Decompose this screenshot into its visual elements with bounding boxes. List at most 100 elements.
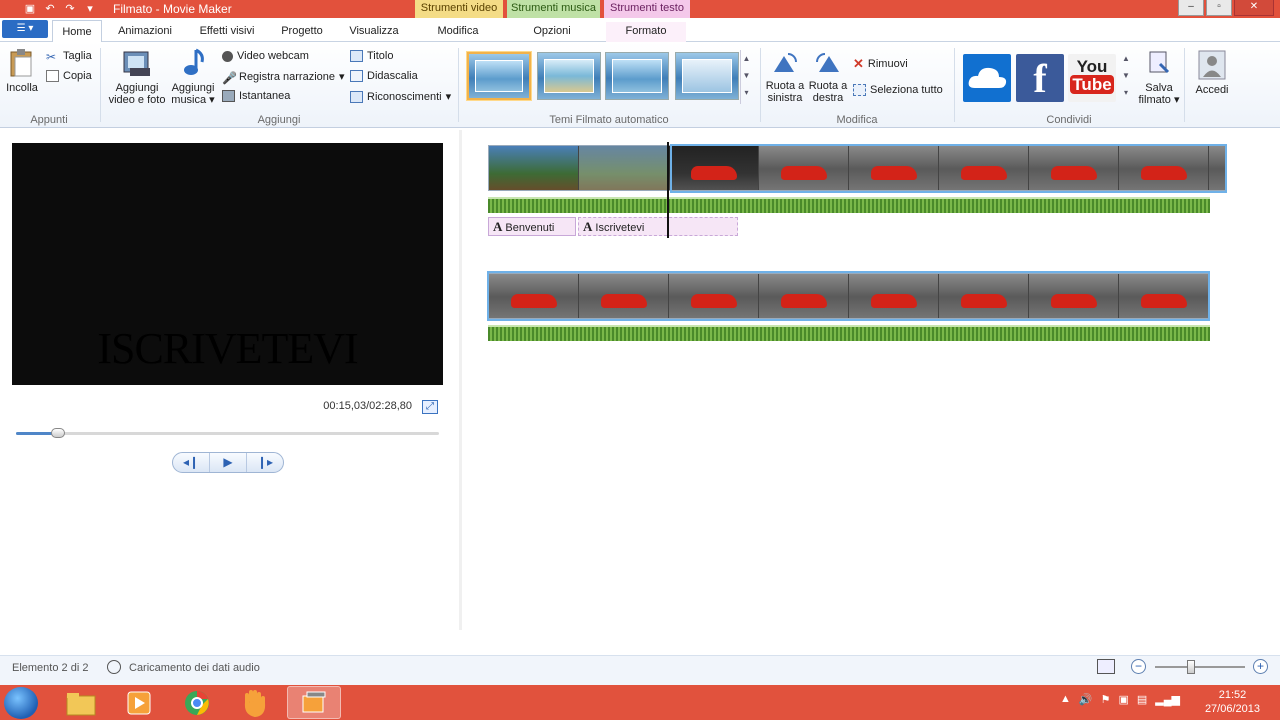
- zoom-in-button[interactable]: +: [1253, 659, 1268, 674]
- item-count: Elemento 2 di 2: [12, 662, 89, 674]
- record-narration-button[interactable]: 🎤 Registra narrazione ▾: [222, 70, 345, 85]
- copy-button[interactable]: Copia: [46, 70, 92, 82]
- separator: [100, 48, 101, 122]
- film-photo-icon: [123, 51, 150, 76]
- group-label-aggiungi: Aggiungi: [257, 114, 301, 126]
- add-video-photo-button[interactable]: Aggiungi video e foto: [106, 48, 168, 106]
- theme-thumbnail-1[interactable]: [467, 52, 531, 100]
- credits-button[interactable]: Riconoscimenti ▾: [350, 90, 451, 103]
- zoom-slider-thumb[interactable]: [1187, 660, 1195, 674]
- redo-icon[interactable]: ↷: [62, 2, 78, 16]
- show-hidden-icons-icon[interactable]: ▲: [1060, 693, 1071, 706]
- ribbon: Incolla ✂ Taglia Copia Appunti Aggiungi …: [0, 42, 1280, 128]
- seek-bar-thumb[interactable]: [51, 428, 66, 438]
- audio-track-2[interactable]: [488, 325, 1210, 341]
- share-gallery-scroll[interactable]: ▲ ▼ ▾: [1120, 50, 1132, 104]
- credits-icon: [350, 90, 363, 103]
- selected-clip-outline: [487, 271, 1210, 321]
- theme-thumbnail-2[interactable]: [537, 52, 601, 100]
- webcam-video-label: Video webcam: [237, 50, 309, 62]
- rotate-left-icon: [774, 53, 797, 72]
- add-video-photo-label-2: video e foto: [108, 94, 166, 106]
- remove-button[interactable]: ✕ Rimuovi: [853, 56, 908, 72]
- zoom-slider[interactable]: [1155, 660, 1245, 674]
- system-clock[interactable]: 21:52 27/06/2013: [1205, 688, 1260, 716]
- playback-controls: ◂❙ ▶ ❙▸: [172, 452, 284, 473]
- media-player-icon: [127, 691, 151, 714]
- customize-chevron-icon[interactable]: ▾: [82, 2, 98, 16]
- taskbar-app-hand[interactable]: [228, 686, 282, 719]
- separator: [954, 48, 955, 122]
- caption-button[interactable]: Didascalia: [350, 70, 418, 82]
- tab-opzioni[interactable]: Opzioni: [524, 22, 580, 42]
- storyboard-view-icon[interactable]: [1097, 659, 1115, 674]
- minimize-button[interactable]: –: [1178, 0, 1204, 16]
- save-icon[interactable]: ▣: [22, 2, 38, 16]
- taskbar-chrome[interactable]: [170, 686, 224, 719]
- caption-block-iscrivetevi[interactable]: A Iscrivetevi: [578, 217, 738, 236]
- taskbar-media-player[interactable]: [112, 686, 166, 719]
- undo-icon[interactable]: ↶: [42, 2, 58, 16]
- cut-button[interactable]: ✂ Taglia: [46, 50, 92, 64]
- power-icon[interactable]: ▤: [1137, 693, 1147, 706]
- caption-block-benvenuti[interactable]: A Benvenuti: [488, 217, 576, 236]
- tab-progetto[interactable]: Progetto: [272, 22, 332, 42]
- theme-thumbnail-4[interactable]: [675, 52, 739, 100]
- facebook-button[interactable]: f: [1016, 54, 1064, 102]
- paste-button[interactable]: Incolla: [4, 48, 40, 94]
- user-icon: [1198, 50, 1226, 80]
- tab-effetti-visivi[interactable]: Effetti visivi: [190, 22, 264, 42]
- title-button[interactable]: Titolo: [350, 50, 394, 62]
- start-button[interactable]: [4, 687, 38, 719]
- save-movie-button[interactable]: Salva filmato ▾: [1138, 50, 1180, 106]
- fullscreen-icon[interactable]: ⤢: [422, 400, 438, 414]
- taskbar-movie-maker[interactable]: [287, 686, 341, 719]
- maximize-button[interactable]: ▫: [1206, 0, 1232, 16]
- tab-modifica[interactable]: Modifica: [428, 22, 488, 42]
- select-all-icon: [853, 84, 866, 96]
- network-icon[interactable]: ▣: [1118, 693, 1128, 706]
- theme-thumbnail-3[interactable]: [605, 52, 669, 100]
- playhead[interactable]: [667, 142, 669, 238]
- volume-icon[interactable]: 🔊: [1079, 693, 1093, 706]
- rotate-right-label-1: Ruota a: [808, 80, 848, 92]
- audio-track-1[interactable]: [488, 197, 1210, 213]
- rotate-right-button[interactable]: Ruota a destra: [806, 50, 850, 104]
- youtube-button[interactable]: You Tube: [1068, 54, 1116, 102]
- signal-icon[interactable]: ▂▄▆: [1155, 693, 1180, 706]
- chrome-icon: [185, 690, 209, 715]
- rotate-right-label-2: destra: [812, 92, 844, 104]
- onedrive-button[interactable]: [963, 54, 1011, 102]
- caption-label: Didascalia: [367, 70, 418, 82]
- play-button[interactable]: ▶: [210, 453, 247, 472]
- next-frame-button[interactable]: ❙▸: [247, 453, 283, 472]
- pane-splitter[interactable]: [459, 130, 462, 630]
- flag-icon[interactable]: ⚑: [1101, 693, 1111, 706]
- taskbar-explorer[interactable]: [54, 686, 108, 719]
- add-music-button[interactable]: Aggiungi musica ▾: [170, 48, 216, 106]
- save-movie-icon: [1149, 51, 1170, 74]
- theme-gallery-scroll[interactable]: ▲ ▼ ▾: [740, 50, 752, 104]
- webcam-video-button[interactable]: Video webcam: [222, 50, 309, 62]
- remove-x-icon: ✕: [853, 56, 864, 71]
- select-all-button[interactable]: Seleziona tutto: [853, 84, 943, 96]
- tab-home[interactable]: Home: [52, 20, 102, 43]
- rotate-left-button[interactable]: Ruota a sinistra: [764, 50, 806, 104]
- zoom-out-button[interactable]: −: [1131, 659, 1146, 674]
- snapshot-label: Istantanea: [239, 90, 291, 102]
- snapshot-button[interactable]: Istantanea: [222, 90, 290, 102]
- clipboard-icon: [10, 49, 32, 77]
- application-menu-button[interactable]: ☰ ▾: [2, 20, 48, 38]
- close-button[interactable]: ✕: [1234, 0, 1274, 16]
- seek-bar[interactable]: [16, 428, 439, 438]
- clock-icon: [107, 660, 121, 674]
- tab-formato[interactable]: Formato: [606, 22, 686, 42]
- previous-frame-button[interactable]: ◂❙: [173, 453, 210, 472]
- youtube-you: You: [1076, 57, 1108, 76]
- add-music-label-1: Aggiungi: [171, 82, 215, 94]
- chevron-down-icon: ▾: [1170, 94, 1180, 106]
- tab-visualizza[interactable]: Visualizza: [342, 22, 406, 42]
- tab-animazioni[interactable]: Animazioni: [110, 22, 180, 42]
- video-preview[interactable]: ISCRIVETEVI: [12, 143, 443, 385]
- sign-in-button[interactable]: Accedi: [1192, 50, 1232, 96]
